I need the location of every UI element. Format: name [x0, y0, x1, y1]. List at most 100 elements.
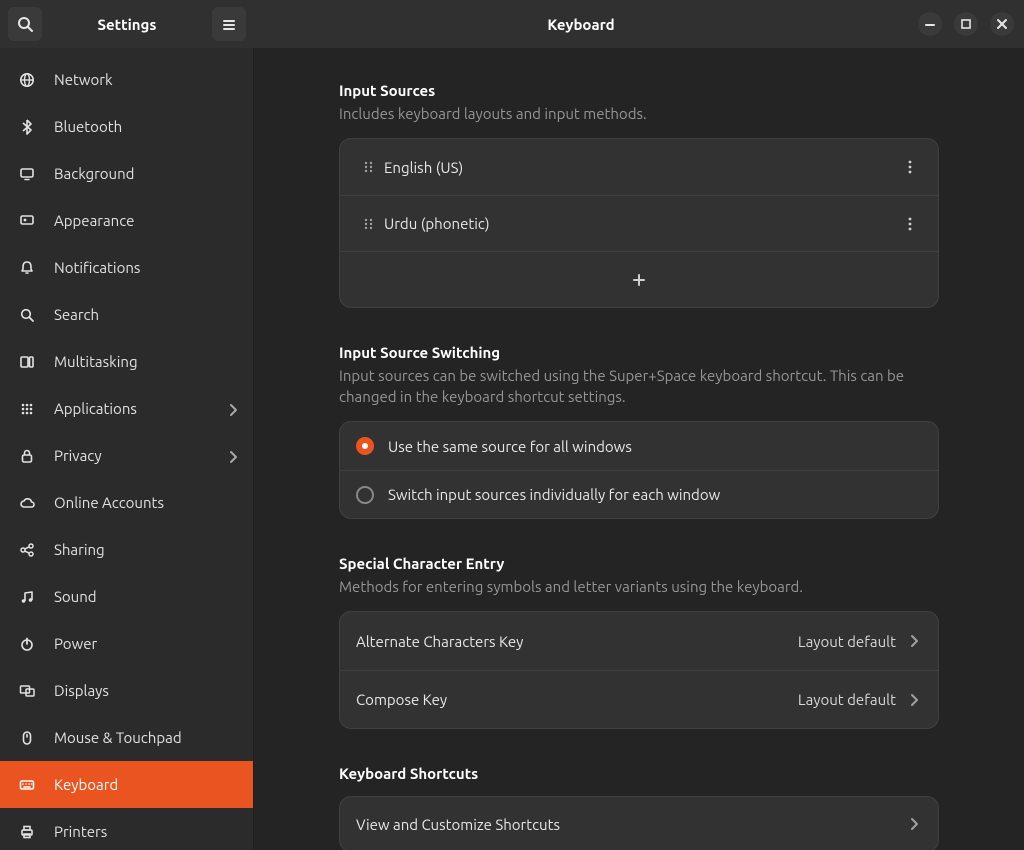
sidebar-item-label: Keyboard [54, 776, 239, 793]
hamburger-icon [221, 16, 237, 32]
sidebar-item-label: Displays [54, 682, 239, 699]
switching-option-label: Switch input sources individually for ea… [388, 486, 922, 503]
sidebar-item-label: Sound [54, 588, 239, 605]
row-value: Layout default [798, 691, 896, 708]
sidebar-item-printers[interactable]: Printers [0, 808, 253, 850]
sidebar-item-network[interactable]: Network [0, 56, 253, 103]
sidebar-item-sharing[interactable]: Sharing [0, 526, 253, 573]
sidebar-item-power[interactable]: Power [0, 620, 253, 667]
input-source-label: Urdu (phonetic) [384, 215, 898, 232]
kebab-menu-button[interactable] [898, 216, 922, 232]
shortcuts-list: View and Customize Shortcuts [339, 796, 939, 850]
sidebar-item-label: Sharing [54, 541, 239, 558]
special-list: Alternate Characters Key Layout default … [339, 611, 939, 729]
titlebar: Settings Keyboard [0, 0, 1024, 48]
section-subtitle-switching: Input sources can be switched using the … [339, 365, 939, 407]
sidebar-item-label: Online Accounts [54, 494, 239, 511]
close-icon [994, 16, 1010, 32]
window-controls [908, 12, 1024, 36]
kebab-menu-button[interactable] [898, 159, 922, 175]
input-source-row[interactable]: Urdu (phonetic) [340, 195, 938, 251]
bell-icon [18, 260, 36, 276]
chevron-right-icon [225, 401, 239, 417]
drag-handle-icon[interactable] [356, 159, 380, 175]
sidebar-item-label: Appearance [54, 212, 239, 229]
drag-handle-icon[interactable] [356, 216, 380, 232]
sidebar-item-label: Search [54, 306, 239, 323]
switching-option-per-window[interactable]: Switch input sources individually for ea… [340, 470, 938, 518]
multitask-icon [18, 354, 36, 370]
sidebar-item-label: Bluetooth [54, 118, 239, 135]
switching-option-same-source[interactable]: Use the same source for all windows [340, 422, 938, 470]
radio-unchecked-icon[interactable] [356, 486, 374, 504]
view-shortcuts-row[interactable]: View and Customize Shortcuts [340, 797, 938, 850]
sidebar-item-label: Printers [54, 823, 239, 840]
sidebar-item-keyboard[interactable]: Keyboard [0, 761, 253, 808]
chevron-right-icon [225, 448, 239, 464]
appearance-icon [18, 213, 36, 229]
lock-icon [18, 448, 36, 464]
row-label: Alternate Characters Key [356, 633, 798, 650]
sidebar-item-online-accounts[interactable]: Online Accounts [0, 479, 253, 526]
body: Network Bluetooth Background Appearance Noti… [0, 48, 1024, 850]
globe-icon [18, 72, 36, 88]
sidebar-item-sound[interactable]: Sound [0, 573, 253, 620]
sidebar-item-appearance[interactable]: Appearance [0, 197, 253, 244]
switching-option-label: Use the same source for all windows [388, 438, 922, 455]
section-title-special: Special Character Entry [339, 555, 939, 572]
printer-icon [18, 824, 36, 840]
chevron-right-icon [906, 691, 922, 709]
sidebar-item-bluetooth[interactable]: Bluetooth [0, 103, 253, 150]
share-icon [18, 542, 36, 558]
switching-list: Use the same source for all windows Swit… [339, 421, 939, 519]
grid-icon [18, 401, 36, 417]
page-title: Keyboard [254, 16, 908, 33]
sidebar-item-notifications[interactable]: Notifications [0, 244, 253, 291]
displays-icon [18, 683, 36, 699]
row-value: Layout default [798, 633, 896, 650]
search-icon [17, 16, 33, 32]
section-subtitle-special: Methods for entering symbols and letter … [339, 576, 939, 597]
music-icon [18, 589, 36, 605]
chevron-right-icon [906, 632, 922, 650]
sidebar-item-label: Applications [54, 400, 207, 417]
row-label: View and Customize Shortcuts [356, 816, 906, 833]
row-label: Compose Key [356, 691, 798, 708]
sidebar-item-search[interactable]: Search [0, 291, 253, 338]
sidebar-item-label: Background [54, 165, 239, 182]
maximize-button[interactable] [954, 12, 978, 36]
alternate-characters-row[interactable]: Alternate Characters Key Layout default [340, 612, 938, 670]
sidebar-item-displays[interactable]: Displays [0, 667, 253, 714]
app-title: Settings [48, 16, 206, 33]
radio-checked-icon[interactable] [356, 437, 374, 455]
sidebar-item-label: Network [54, 71, 239, 88]
sidebar-item-background[interactable]: Background [0, 150, 253, 197]
display-icon [18, 166, 36, 182]
bluetooth-icon [18, 119, 36, 135]
mouse-icon [18, 730, 36, 746]
sidebar-item-applications[interactable]: Applications [0, 385, 253, 432]
sidebar-item-privacy[interactable]: Privacy [0, 432, 253, 479]
sidebar-item-label: Privacy [54, 447, 207, 464]
sidebar: Network Bluetooth Background Appearance Noti… [0, 48, 254, 850]
search-button[interactable] [8, 7, 42, 41]
content: Input Sources Includes keyboard layouts … [319, 48, 959, 850]
sidebar-item-multitasking[interactable]: Multitasking [0, 338, 253, 385]
section-subtitle-input-sources: Includes keyboard layouts and input meth… [339, 103, 939, 124]
maximize-icon [958, 16, 974, 32]
hamburger-button[interactable] [212, 7, 246, 41]
minimize-button[interactable] [918, 12, 942, 36]
section-title-input-sources: Input Sources [339, 82, 939, 99]
power-icon [18, 636, 36, 652]
chevron-right-icon [906, 815, 922, 833]
compose-key-row[interactable]: Compose Key Layout default [340, 670, 938, 728]
section-title-shortcuts: Keyboard Shortcuts [339, 765, 939, 782]
minimize-icon [922, 16, 938, 32]
sidebar-item-label: Power [54, 635, 239, 652]
input-source-row[interactable]: English (US) [340, 139, 938, 195]
sidebar-item-label: Multitasking [54, 353, 239, 370]
sidebar-item-mouse-touchpad[interactable]: Mouse & Touchpad [0, 714, 253, 761]
titlebar-left: Settings [0, 7, 254, 41]
close-button[interactable] [990, 12, 1014, 36]
add-input-source-button[interactable] [340, 251, 938, 307]
